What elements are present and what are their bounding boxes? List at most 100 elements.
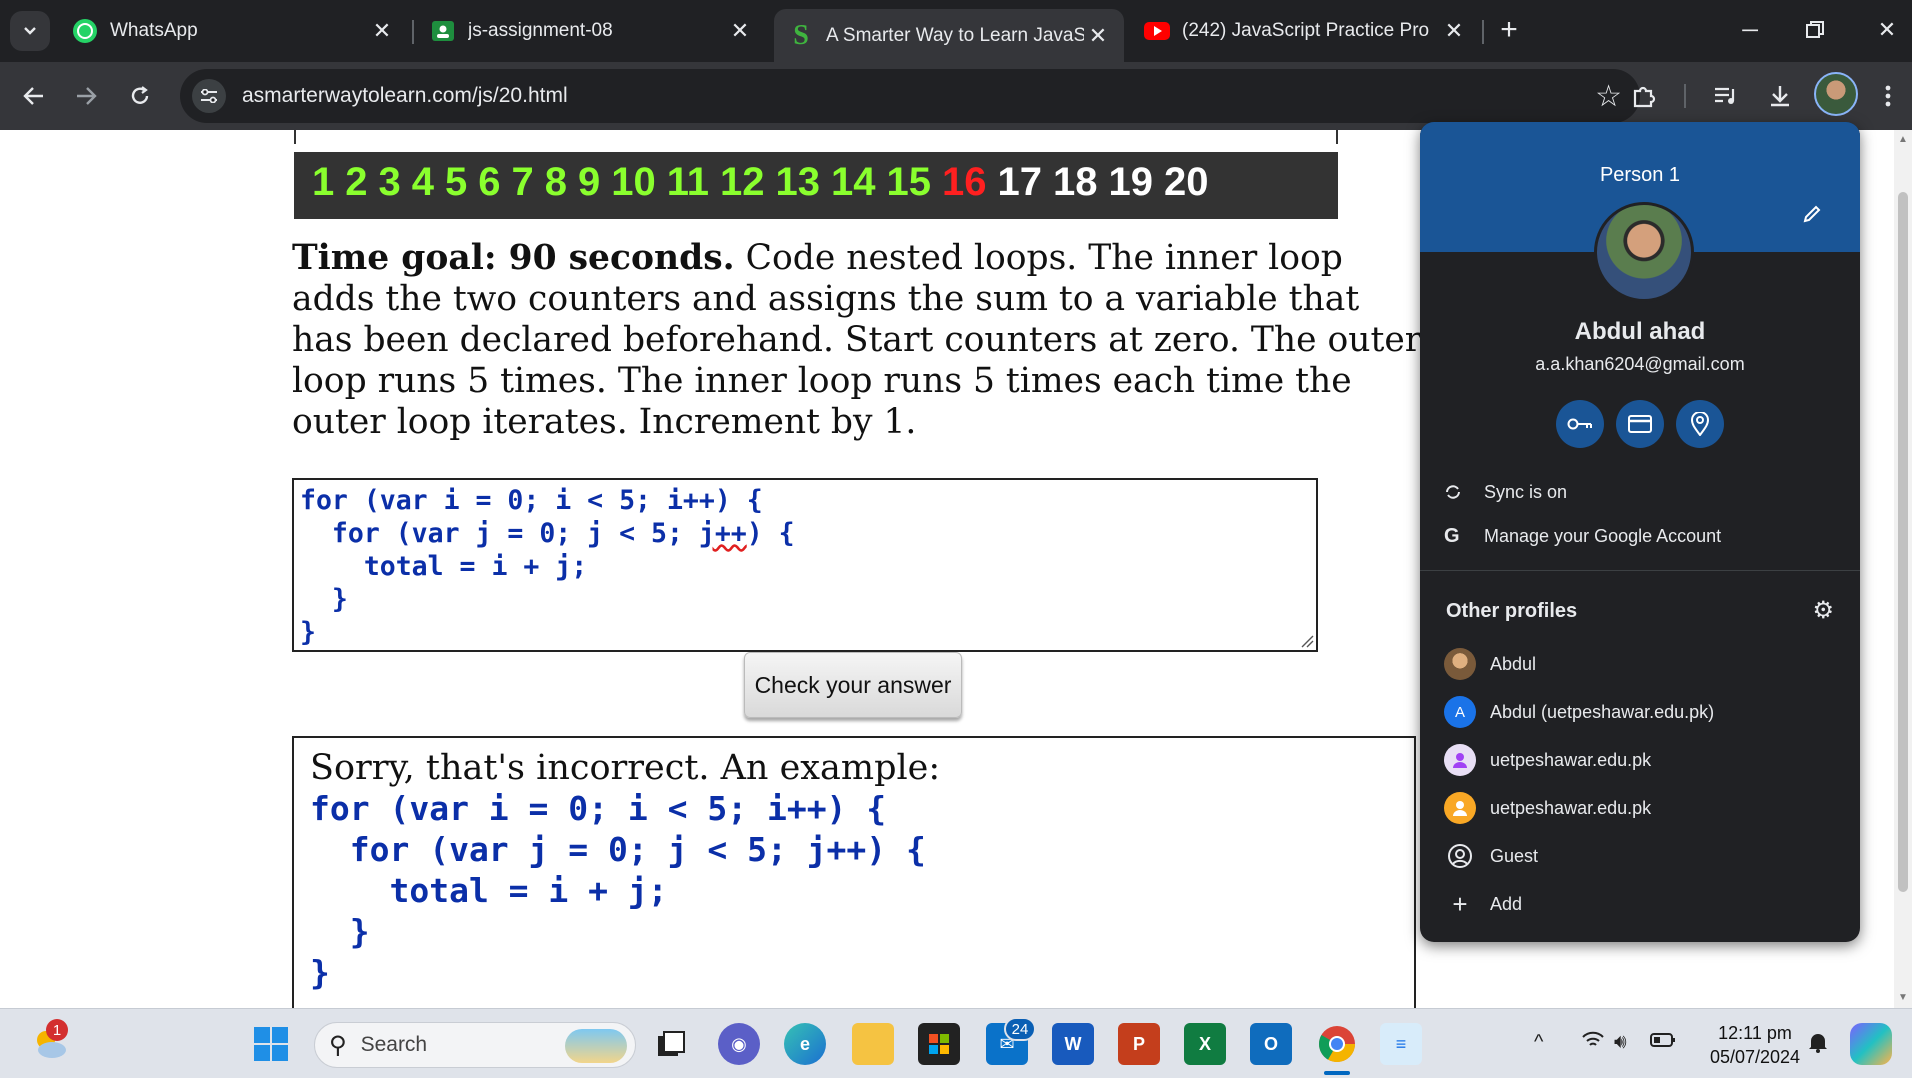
system-clock[interactable]: 12:11 pm 05/07/2024 [1700,1021,1810,1069]
close-tab-icon[interactable]: ✕ [726,17,754,45]
windows-taskbar: 1 ⚲ Search ◉ e ✉ 24 W P X O ≡ ^ 🔊︎ 12:11… [0,1008,1912,1078]
edit-pencil-icon[interactable] [1802,204,1822,230]
lesson-number-link[interactable]: 5 [445,160,467,204]
page-scrollbar[interactable]: ▲ ▼ [1894,130,1912,1008]
tab-search-button[interactable] [10,11,50,51]
close-tab-icon[interactable]: ✕ [1440,17,1468,45]
restore-button[interactable] [1790,10,1840,50]
tab-smarter-way[interactable]: S A Smarter Way to Learn JavaScr ✕ [774,9,1124,62]
profile-item-abdul-uet[interactable]: A Abdul (uetpeshawar.edu.pk) [1420,690,1860,734]
lesson-number-link[interactable]: 11 [667,160,709,204]
close-tab-icon[interactable]: ✕ [1084,22,1112,50]
lesson-number-link[interactable]: 4 [412,160,434,204]
notification-bell-icon[interactable] [1808,1031,1828,1059]
avatar [1444,648,1476,680]
lesson-number-link[interactable]: 12 [720,160,765,204]
resize-handle-icon[interactable] [1300,634,1314,648]
reload-button[interactable] [120,76,160,116]
lesson-number-link[interactable]: 13 [776,160,821,204]
profile-item-uet-1[interactable]: uetpeshawar.edu.pk [1420,738,1860,782]
tab-title: (242) JavaScript Practice Pro [1182,20,1430,41]
lesson-number-link[interactable]: 2 [345,160,367,204]
check-answer-button[interactable]: Check your answer [744,652,962,718]
search-highlight-icon [565,1029,627,1063]
address-bar[interactable]: asmarterwaytolearn.com/js/20.html ☆ [180,69,1640,123]
profile-item-label: uetpeshawar.edu.pk [1490,749,1652,770]
close-tab-icon[interactable]: ✕ [368,17,396,45]
sync-status-row[interactable]: Sync is on [1420,470,1860,514]
gear-icon[interactable]: ⚙ [1812,596,1834,625]
profile-avatar-button[interactable] [1814,72,1858,116]
guest-profile-row[interactable]: Guest [1420,834,1860,878]
scroll-up-icon[interactable]: ▲ [1898,134,1908,145]
example-code: for (var i = 0; i < 5; i++) { for (var j… [310,789,926,992]
menu-button[interactable] [1868,76,1908,116]
lesson-number-link[interactable]: 15 [887,160,932,204]
lesson-number-link[interactable]: 17 [998,160,1043,204]
profile-item-label: uetpeshawar.edu.pk [1490,797,1652,818]
lesson-number-link[interactable]: 10 [611,160,656,204]
notepad-icon[interactable]: ≡ [1380,1023,1422,1065]
more-vert-icon [1885,85,1891,107]
tab-js-assignment[interactable]: js-assignment-08 ✕ [416,9,766,53]
back-button[interactable] [14,76,54,116]
spellcheck-word: j++ [698,518,747,549]
reading-list-button[interactable] [1706,76,1746,116]
lesson-number-link[interactable]: 6 [478,160,500,204]
downloads-button[interactable] [1760,76,1800,116]
code-text[interactable]: for (var i = 0; i < 5; i++) { for (var j… [300,484,795,649]
download-icon [1771,86,1789,107]
scroll-down-icon[interactable]: ▼ [1898,992,1908,1003]
lesson-number-link[interactable]: 8 [545,160,567,204]
task-view-icon[interactable] [650,1023,692,1065]
chevron-up-icon[interactable]: ^ [1534,1031,1543,1054]
lesson-number-link[interactable]: 19 [1109,160,1154,204]
lesson-number-link[interactable]: 20 [1164,160,1209,204]
close-window-button[interactable]: ✕ [1862,10,1912,50]
tab-title: A Smarter Way to Learn JavaScr [826,24,1084,46]
forward-button[interactable] [66,76,106,116]
bookmark-star-icon[interactable]: ☆ [1595,79,1622,114]
word-icon[interactable]: W [1052,1023,1094,1065]
lesson-number-link[interactable]: 14 [831,160,876,204]
wifi-icon[interactable] [1582,1031,1604,1055]
manage-account-label: Manage your Google Account [1484,525,1722,546]
scrollbar-thumb[interactable] [1898,192,1908,892]
manage-account-row[interactable]: G Manage your Google Account [1420,514,1860,558]
edge-browser-icon[interactable]: e [784,1023,826,1065]
lesson-number-link[interactable]: 9 [578,160,600,204]
extensions-button[interactable] [1624,76,1664,116]
search-label: Search [360,1033,428,1056]
lesson-number-link[interactable]: 3 [379,160,401,204]
new-tab-button[interactable]: + [1484,10,1534,50]
passwords-button[interactable] [1556,400,1604,448]
lesson-number-link[interactable]: 16 [942,160,987,204]
key-icon [1567,418,1592,430]
profile-email: a.a.khan6204@gmail.com [1535,354,1745,374]
profile-item-abdul[interactable]: Abdul [1420,642,1860,686]
addresses-button[interactable] [1676,400,1724,448]
add-profile-row[interactable]: + Add [1420,882,1860,926]
copilot-icon[interactable] [1850,1023,1892,1065]
windows-start-icon[interactable] [250,1023,292,1065]
chrome-icon[interactable] [1316,1023,1358,1065]
excel-icon[interactable]: X [1184,1023,1226,1065]
powerpoint-icon[interactable]: P [1118,1023,1160,1065]
battery-icon[interactable] [1650,1031,1676,1054]
microsoft-store-icon[interactable] [918,1023,960,1065]
profile-item-uet-2[interactable]: uetpeshawar.edu.pk [1420,786,1860,830]
code-answer-textarea[interactable]: for (var i = 0; i < 5; i++) { for (var j… [292,478,1318,652]
teams-chat-icon[interactable]: ◉ [718,1023,760,1065]
payment-methods-button[interactable] [1616,400,1664,448]
volume-icon[interactable]: 🔊︎ [1614,1031,1627,1054]
taskbar-search-input[interactable]: ⚲ Search [314,1022,636,1068]
tab-whatsapp[interactable]: WhatsApp ✕ [58,9,408,53]
lesson-number-link[interactable]: 7 [512,160,534,204]
tab-youtube[interactable]: (242) JavaScript Practice Pro ✕ [1130,9,1480,53]
lesson-number-link[interactable]: 18 [1053,160,1098,204]
outlook-icon[interactable]: O [1250,1023,1292,1065]
minimize-button[interactable]: ─ [1725,10,1775,50]
lesson-number-link[interactable]: 1 [312,160,334,204]
file-explorer-icon[interactable] [852,1023,894,1065]
site-settings-icon[interactable] [192,79,226,113]
